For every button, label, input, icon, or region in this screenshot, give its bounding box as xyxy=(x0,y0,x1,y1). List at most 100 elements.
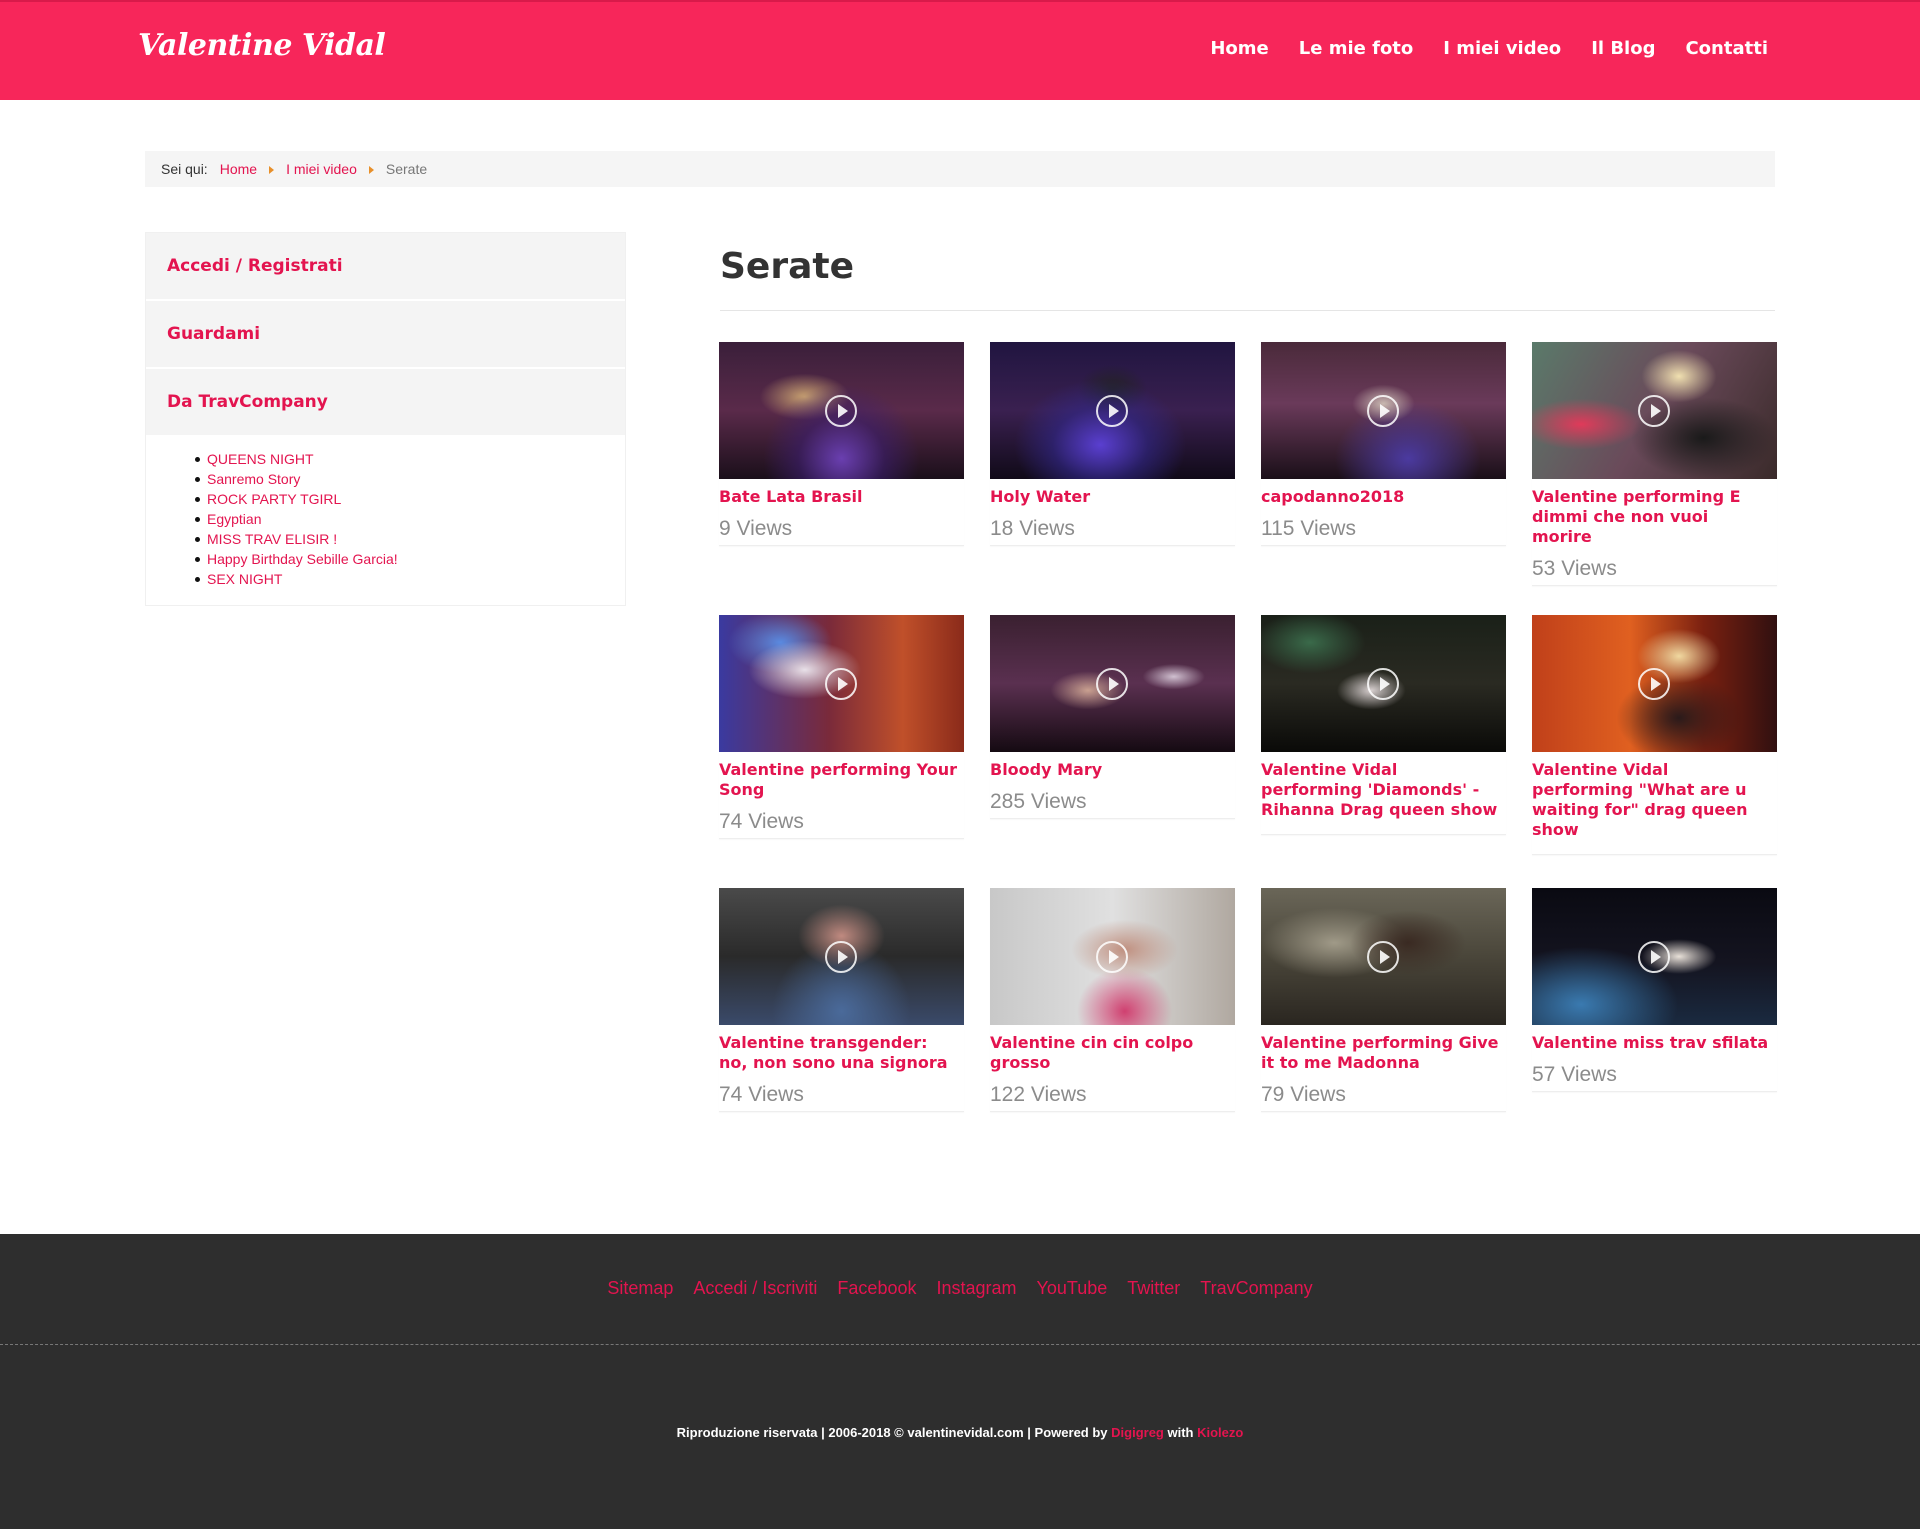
play-icon xyxy=(1638,941,1670,973)
video-title[interactable]: Valentine performing Your Song xyxy=(719,760,964,800)
video-views: 74 Views xyxy=(719,810,804,833)
title-divider xyxy=(720,310,1775,311)
video-thumbnail[interactable] xyxy=(719,888,964,1025)
video-card: Holy Water 18 Views xyxy=(990,342,1235,615)
sidebar-item-label: Guardami xyxy=(167,324,261,344)
list-item[interactable]: SEX NIGHT xyxy=(195,569,625,589)
play-icon xyxy=(1096,941,1128,973)
video-views: 122 Views xyxy=(990,1083,1087,1106)
video-title[interactable]: Valentine cin cin colpo grosso xyxy=(990,1033,1235,1073)
footer-link-travcompany[interactable]: TravCompany xyxy=(1200,1278,1312,1299)
video-views: 18 Views xyxy=(990,517,1075,540)
breadcrumb: Sei qui: Home I miei video Serate xyxy=(145,151,1775,187)
nav-blog[interactable]: Il Blog xyxy=(1591,38,1655,59)
video-title[interactable]: Valentine transgender: no, non sono una … xyxy=(719,1033,964,1073)
nav-photos[interactable]: Le mie foto xyxy=(1299,38,1414,59)
sidebar-item-login[interactable]: Accedi / Registrati xyxy=(146,233,625,301)
video-thumbnail[interactable] xyxy=(1532,342,1777,479)
list-item[interactable]: QUEENS NIGHT xyxy=(195,449,625,469)
video-title[interactable]: Valentine performing Give it to me Madon… xyxy=(1261,1033,1506,1073)
video-title[interactable]: Valentine Vidal performing "What are u w… xyxy=(1532,760,1777,840)
sidebar: Accedi / Registrati Guardami Da TravComp… xyxy=(145,232,626,606)
play-icon xyxy=(825,395,857,427)
play-icon xyxy=(825,941,857,973)
page-title: Serate xyxy=(720,246,855,287)
list-item[interactable]: MISS TRAV ELISIR ! xyxy=(195,529,625,549)
site-header: Valentine Vidal Home Le mie foto I miei … xyxy=(0,0,1920,100)
footer-link-sitemap[interactable]: Sitemap xyxy=(607,1278,673,1299)
video-thumbnail[interactable] xyxy=(1261,615,1506,752)
video-thumbnail[interactable] xyxy=(719,342,964,479)
video-views: 79 Views xyxy=(1261,1083,1346,1106)
powered-by-link[interactable]: Digigreg xyxy=(1111,1425,1164,1440)
nav-videos[interactable]: I miei video xyxy=(1443,38,1561,59)
sidebar-item-label: Da TravCompany xyxy=(167,392,328,412)
footer-link-facebook[interactable]: Facebook xyxy=(837,1278,916,1299)
video-title[interactable]: Bate Lata Brasil xyxy=(719,487,964,507)
site-footer: Sitemap Accedi / Iscriviti Facebook Inst… xyxy=(0,1234,1920,1529)
video-grid: Bate Lata Brasil 9 Views Holy Water 18 V… xyxy=(719,342,1777,1161)
copyright-text: Riproduzione riservata | 2006-2018 © val… xyxy=(676,1425,1112,1440)
list-item[interactable]: Egyptian xyxy=(195,509,625,529)
video-views: 115 Views xyxy=(1261,517,1356,540)
sidebar-item-label: Accedi / Registrati xyxy=(167,256,343,276)
play-icon xyxy=(1367,668,1399,700)
video-views xyxy=(1532,850,1777,854)
breadcrumb-home[interactable]: Home xyxy=(220,161,257,177)
video-thumbnail[interactable] xyxy=(990,342,1235,479)
video-thumbnail[interactable] xyxy=(1261,342,1506,479)
video-title[interactable]: Valentine miss trav sfilata xyxy=(1532,1033,1777,1053)
video-views xyxy=(1261,830,1506,834)
breadcrumb-current: Serate xyxy=(385,161,428,177)
video-views: 9 Views xyxy=(719,517,793,540)
nav-home[interactable]: Home xyxy=(1210,38,1268,59)
video-thumbnail[interactable] xyxy=(1532,888,1777,1025)
main-nav: Home Le mie foto I miei video Il Blog Co… xyxy=(1210,38,1768,59)
video-card: Valentine Vidal performing "What are u w… xyxy=(1532,615,1777,888)
template-link[interactable]: Kiolezo xyxy=(1197,1425,1243,1440)
with-text: with xyxy=(1163,1425,1198,1440)
play-icon xyxy=(1367,941,1399,973)
breadcrumb-arrow-icon xyxy=(269,166,275,174)
breadcrumb-videos[interactable]: I miei video xyxy=(286,161,357,177)
nav-contacts[interactable]: Contatti xyxy=(1685,38,1768,59)
video-title[interactable]: Valentine Vidal performing 'Diamonds' - … xyxy=(1261,760,1506,820)
video-thumbnail[interactable] xyxy=(990,615,1235,752)
footer-link-youtube[interactable]: YouTube xyxy=(1037,1278,1108,1299)
list-item[interactable]: ROCK PARTY TGIRL xyxy=(195,489,625,509)
footer-link-login[interactable]: Accedi / Iscriviti xyxy=(693,1278,817,1299)
list-item[interactable]: Happy Birthday Sebille Garcia! xyxy=(195,549,625,569)
play-icon xyxy=(825,668,857,700)
list-item[interactable]: Sanremo Story xyxy=(195,469,625,489)
footer-link-twitter[interactable]: Twitter xyxy=(1127,1278,1180,1299)
video-thumbnail[interactable] xyxy=(1261,888,1506,1025)
sidebar-item-travcompany[interactable]: Da TravCompany xyxy=(146,369,625,437)
breadcrumb-label: Sei qui: xyxy=(161,161,208,177)
footer-link-instagram[interactable]: Instagram xyxy=(936,1278,1016,1299)
video-thumbnail[interactable] xyxy=(990,888,1235,1025)
play-icon xyxy=(1367,395,1399,427)
site-logo[interactable]: Valentine Vidal xyxy=(138,28,386,63)
play-icon xyxy=(1638,668,1670,700)
video-title[interactable]: Bloody Mary xyxy=(990,760,1235,780)
video-views: 53 Views xyxy=(1532,557,1617,580)
video-card: Valentine miss trav sfilata 57 Views xyxy=(1532,888,1777,1161)
video-card: Valentine cin cin colpo grosso 122 Views xyxy=(990,888,1235,1161)
video-thumbnail[interactable] xyxy=(719,615,964,752)
video-views: 57 Views xyxy=(1532,1063,1617,1086)
video-title[interactable]: capodanno2018 xyxy=(1261,487,1506,507)
copyright: Riproduzione riservata | 2006-2018 © val… xyxy=(0,1425,1920,1440)
video-card: Bate Lata Brasil 9 Views xyxy=(719,342,964,615)
video-card: capodanno2018 115 Views xyxy=(1261,342,1506,615)
video-views: 74 Views xyxy=(719,1083,804,1106)
video-card: Valentine performing Your Song 74 Views xyxy=(719,615,964,888)
sidebar-item-watch[interactable]: Guardami xyxy=(146,301,625,369)
video-title[interactable]: Holy Water xyxy=(990,487,1235,507)
play-icon xyxy=(1096,668,1128,700)
video-card: Valentine performing E dimmi che non vuo… xyxy=(1532,342,1777,615)
video-title[interactable]: Valentine performing E dimmi che non vuo… xyxy=(1532,487,1777,547)
footer-links: Sitemap Accedi / Iscriviti Facebook Inst… xyxy=(0,1278,1920,1299)
video-card: Bloody Mary 285 Views xyxy=(990,615,1235,888)
footer-divider xyxy=(0,1344,1920,1345)
video-thumbnail[interactable] xyxy=(1532,615,1777,752)
